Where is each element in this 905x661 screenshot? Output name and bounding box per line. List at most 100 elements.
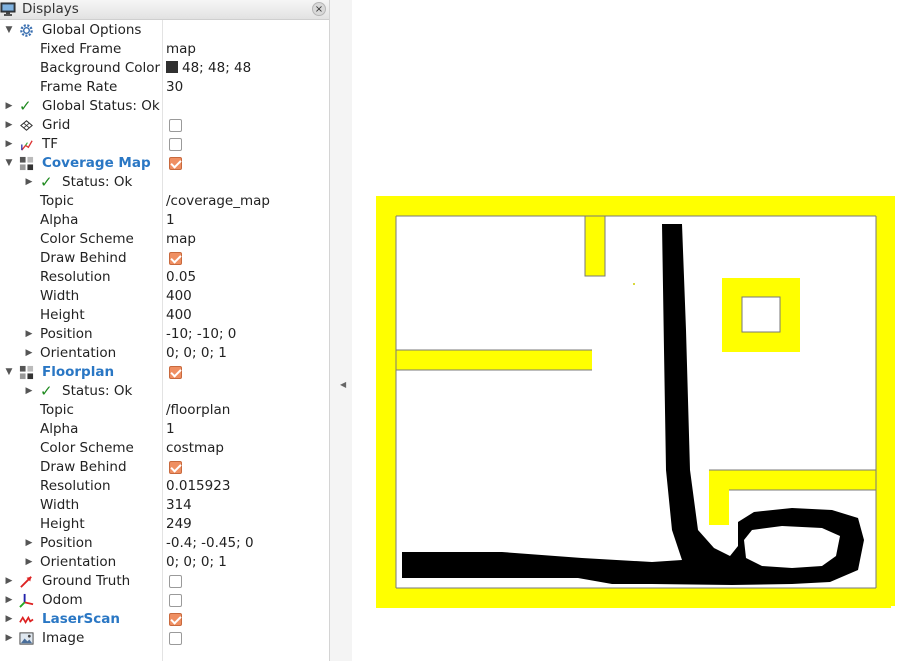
property-resolution[interactable]: Resolution 0.05	[0, 268, 329, 287]
property-height[interactable]: Height 400	[0, 306, 329, 325]
tf-checkbox[interactable]	[169, 138, 182, 151]
laserscan-checkbox[interactable]	[169, 613, 182, 626]
property-topic[interactable]: Topic /floorplan	[0, 401, 329, 420]
collapse-arrow-icon[interactable]: ▶	[24, 534, 34, 553]
gear-icon	[20, 24, 33, 37]
tree-item-laserscan[interactable]: ▶ LaserScan	[0, 610, 329, 629]
property-value[interactable]: 0.015923	[166, 477, 230, 496]
collapse-arrow-icon[interactable]: ▶	[24, 382, 34, 401]
tree-item-label: Floorplan	[42, 364, 115, 380]
tree-item-odom[interactable]: ▶ Odom	[0, 591, 329, 610]
property-alpha[interactable]: Alpha 1	[0, 211, 329, 230]
close-panel-button[interactable]: ×	[312, 2, 326, 16]
property-fixed-frame[interactable]: Fixed Frame map	[0, 40, 329, 59]
property-label: Orientation	[40, 345, 117, 361]
tree-item-tf[interactable]: ▶ TF	[0, 135, 329, 154]
property-value[interactable]: -10; -10; 0	[166, 325, 236, 344]
color-swatch[interactable]	[166, 61, 178, 73]
panel-splitter[interactable]: ◀	[330, 0, 352, 661]
property-position[interactable]: ▶ Position -10; -10; 0	[0, 325, 329, 344]
outer-wall	[376, 588, 891, 608]
property-orientation[interactable]: ▶ Orientation 0; 0; 0; 1	[0, 344, 329, 363]
property-value[interactable]: /floorplan	[166, 401, 230, 420]
collapse-arrow-icon[interactable]: ▶	[24, 173, 34, 192]
property-draw-behind[interactable]: Draw Behind	[0, 458, 329, 477]
property-value[interactable]: map	[166, 230, 196, 249]
expand-arrow-icon[interactable]: ▼	[4, 363, 14, 382]
property-value[interactable]: 249	[166, 515, 192, 534]
property-value[interactable]: 48; 48; 48	[166, 59, 251, 78]
outer-wall	[876, 196, 895, 606]
property-color-scheme[interactable]: Color Scheme costmap	[0, 439, 329, 458]
property-resolution[interactable]: Resolution 0.015923	[0, 477, 329, 496]
property-value[interactable]: 1	[166, 211, 175, 230]
tree-item-label: TF	[42, 136, 59, 152]
outer-wall	[376, 196, 895, 216]
collapse-arrow-icon[interactable]: ▶	[4, 116, 14, 135]
property-value[interactable]: 400	[166, 306, 192, 325]
coverage-map-checkbox[interactable]	[169, 157, 182, 170]
tree-item-label: Global Options	[42, 22, 142, 38]
property-value[interactable]: costmap	[166, 439, 224, 458]
property-orientation[interactable]: ▶ Orientation 0; 0; 0; 1	[0, 553, 329, 572]
property-width[interactable]: Width 400	[0, 287, 329, 306]
property-frame-rate[interactable]: Frame Rate 30	[0, 78, 329, 97]
tree-item-coverage-map[interactable]: ▼ Coverage Map	[0, 154, 329, 173]
property-value[interactable]: 0; 0; 0; 1	[166, 344, 227, 363]
property-alpha[interactable]: Alpha 1	[0, 420, 329, 439]
collapse-arrow-icon[interactable]: ▶	[4, 97, 14, 116]
draw-behind-checkbox[interactable]	[169, 252, 182, 265]
check-icon: ✓	[40, 173, 53, 191]
floorplan-checkbox[interactable]	[169, 366, 182, 379]
property-width[interactable]: Width 314	[0, 496, 329, 515]
property-position[interactable]: ▶ Position -0.4; -0.45; 0	[0, 534, 329, 553]
collapse-arrow-icon[interactable]: ▶	[24, 325, 34, 344]
collapse-arrow-icon[interactable]: ▶	[4, 591, 14, 610]
collapse-arrow-icon[interactable]: ▶	[4, 135, 14, 154]
check-icon: ✓	[19, 97, 32, 115]
render-viewport[interactable]	[352, 0, 905, 661]
draw-behind-checkbox[interactable]	[169, 461, 182, 474]
property-value[interactable]: 0.05	[166, 268, 196, 287]
property-draw-behind[interactable]: Draw Behind	[0, 249, 329, 268]
grid-checkbox[interactable]	[169, 119, 182, 132]
property-value[interactable]: 30	[166, 78, 183, 97]
interior-wall	[709, 470, 876, 490]
collapse-arrow-icon[interactable]: ▶	[4, 572, 14, 591]
collapse-arrow-icon[interactable]: ▶	[24, 553, 34, 572]
floorplan-status[interactable]: ▶ ✓ Status: Ok	[0, 382, 329, 401]
property-topic[interactable]: Topic /coverage_map	[0, 192, 329, 211]
image-checkbox[interactable]	[169, 632, 182, 645]
property-label: Topic	[40, 193, 74, 209]
tree-item-image[interactable]: ▶ Image	[0, 629, 329, 648]
collapse-arrow-icon[interactable]: ▶	[4, 629, 14, 648]
coverage-path-loop	[744, 526, 840, 568]
tree-item-grid[interactable]: ▶ Grid	[0, 116, 329, 135]
property-value[interactable]: 314	[166, 496, 192, 515]
property-value[interactable]: 400	[166, 287, 192, 306]
tree-item-global-options[interactable]: ▼ Global Options	[0, 21, 329, 40]
interior-wall	[709, 470, 729, 525]
property-value[interactable]: /coverage_map	[166, 192, 270, 211]
odom-checkbox[interactable]	[169, 594, 182, 607]
tree-item-label: Coverage Map	[42, 155, 151, 171]
property-value[interactable]: -0.4; -0.45; 0	[166, 534, 254, 553]
expand-arrow-icon[interactable]: ▼	[4, 154, 14, 173]
tree-item-ground-truth[interactable]: ▶ Ground Truth	[0, 572, 329, 591]
ground-truth-checkbox[interactable]	[169, 575, 182, 588]
property-color-scheme[interactable]: Color Scheme map	[0, 230, 329, 249]
collapse-arrow-icon[interactable]: ▶	[24, 344, 34, 363]
collapse-arrow-icon[interactable]: ▶	[4, 610, 14, 629]
coverage-map-status[interactable]: ▶ ✓ Status: Ok	[0, 173, 329, 192]
tree-item-label: Global Status: Ok	[42, 98, 160, 114]
tree-item-global-status[interactable]: ▶ ✓ Global Status: Ok	[0, 97, 329, 116]
property-value[interactable]: map	[166, 40, 196, 59]
property-height[interactable]: Height 249	[0, 515, 329, 534]
property-background-color[interactable]: Background Color 48; 48; 48	[0, 59, 329, 78]
tree-item-floorplan[interactable]: ▼ Floorplan	[0, 363, 329, 382]
expand-arrow-icon[interactable]: ▼	[4, 21, 14, 40]
property-value[interactable]: 1	[166, 420, 175, 439]
tree-item-label: Ground Truth	[42, 573, 131, 589]
collapse-panel-arrow-icon[interactable]: ◀	[340, 380, 346, 389]
property-value[interactable]: 0; 0; 0; 1	[166, 553, 227, 572]
